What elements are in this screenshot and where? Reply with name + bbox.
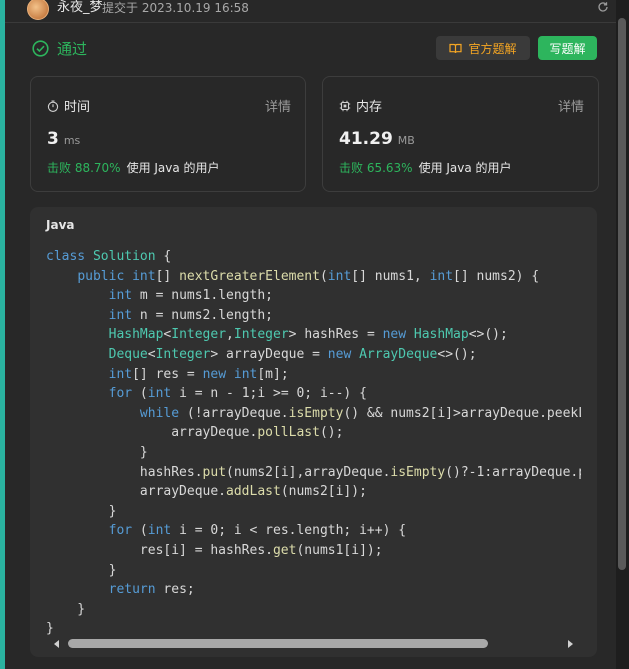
- memory-value: 41.29 MB: [339, 129, 415, 149]
- code-line: arrayDeque.addLast(nums2[i]);: [46, 484, 367, 500]
- code-line: int m = nums1.length;: [108, 288, 273, 304]
- code-line: class Solution {: [46, 249, 172, 264]
- avatar[interactable]: [27, 0, 49, 20]
- runtime-detail-link[interactable]: 详情: [265, 96, 291, 115]
- horizontal-scrollbar[interactable]: [46, 637, 581, 651]
- runtime-beat: 击败 88.70% 使用 Java 的用户: [47, 159, 220, 176]
- check-circle-icon: [32, 40, 49, 57]
- scroll-left-arrow-icon[interactable]: [54, 640, 59, 648]
- status-label: 通过: [57, 40, 88, 58]
- runtime-beat-desc: 使用 Java 的用户: [126, 161, 220, 175]
- official-solution-label: 官方题解: [468, 41, 517, 56]
- result-status: 通过: [32, 38, 87, 59]
- code-content[interactable]: class Solution { public int[] nextGreate…: [46, 247, 581, 639]
- code-line: }: [46, 444, 148, 460]
- refresh-icon[interactable]: [597, 1, 609, 13]
- code-line: }: [46, 621, 54, 637]
- memory-header: 内存: [339, 96, 382, 115]
- memory-number: 41.29: [339, 129, 393, 149]
- runtime-title: 时间: [64, 100, 91, 115]
- stopwatch-icon: [47, 99, 59, 112]
- runtime-number: 3: [47, 129, 59, 149]
- code-line: }: [46, 503, 117, 519]
- memory-card: 内存 详情 41.29 MB 击败 65.63% 使用 Java 的用户: [322, 76, 599, 192]
- memory-beat-percent: 击败 65.63%: [339, 161, 413, 175]
- code-line: }: [46, 562, 117, 578]
- code-line: }: [46, 601, 86, 617]
- code-line: arrayDeque.pollLast();: [46, 425, 344, 441]
- code-line: res[i] = hashRes.get(nums1[i]);: [46, 542, 383, 558]
- code-line: return res;: [108, 582, 195, 598]
- memory-beat: 击败 65.63% 使用 Java 的用户: [339, 159, 512, 176]
- code-block: Java class Solution { public int[] nextG…: [30, 207, 597, 657]
- memory-unit: MB: [397, 134, 415, 147]
- write-solution-label: 写题解: [549, 41, 586, 56]
- code-language: Java: [46, 218, 75, 232]
- submit-time: 提交于 2023.10.19 16:58: [102, 1, 249, 15]
- scroll-right-arrow-icon[interactable]: [568, 640, 573, 648]
- code-line: Deque<Integer> arrayDeque = new ArrayDeq…: [108, 346, 477, 362]
- horizontal-scrollbar-thumb[interactable]: [68, 639, 488, 648]
- runtime-card: 时间 详情 3 ms 击败 88.70% 使用 Java 的用户: [30, 76, 306, 192]
- code-line: public int[] nextGreaterElement(int[] nu…: [77, 268, 540, 284]
- code-line: int n = nums2.length;: [108, 307, 273, 323]
- runtime-header: 时间: [47, 96, 90, 115]
- author-name[interactable]: 永夜_梦: [57, 0, 103, 16]
- code-line: for (int i = 0; i < res.length; i++) {: [108, 523, 407, 539]
- chip-icon: [339, 100, 351, 111]
- vertical-scrollbar-thumb[interactable]: [618, 18, 626, 570]
- code-line: for (int i = n - 1;i >= 0; i--) {: [108, 386, 367, 402]
- runtime-value: 3 ms: [47, 129, 80, 149]
- code-line: int[] res = new int[m];: [108, 366, 289, 382]
- runtime-unit: ms: [63, 134, 81, 147]
- write-solution-button[interactable]: 写题解: [538, 36, 597, 60]
- code-line: HashMap<Integer,Integer> hashRes = new H…: [108, 327, 508, 343]
- official-solution-button[interactable]: 官方题解: [436, 36, 530, 60]
- code-line: hashRes.put(nums2[i],arrayDeque.isEmpty(…: [46, 464, 581, 480]
- submission-header: 永夜_梦 提交于 2023.10.19 16:58: [5, 0, 616, 23]
- runtime-beat-percent: 击败 88.70%: [47, 161, 121, 175]
- memory-detail-link[interactable]: 详情: [558, 96, 584, 115]
- memory-beat-desc: 使用 Java 的用户: [418, 161, 512, 175]
- memory-title: 内存: [356, 100, 383, 115]
- code-line: while (!arrayDeque.isEmpty() && nums2[i]…: [139, 405, 581, 421]
- book-icon: [449, 43, 463, 53]
